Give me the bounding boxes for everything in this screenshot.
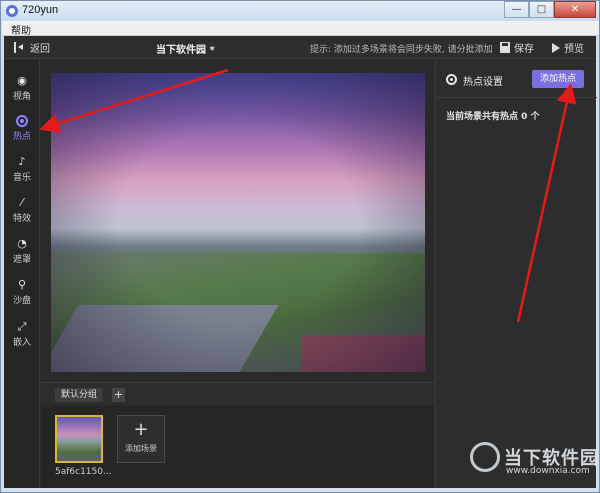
nav-label: 音乐 [12, 173, 31, 183]
hotspot-icon [16, 115, 28, 127]
group-tab-default[interactable]: 默认分组 [55, 388, 104, 402]
pano-vignette [51, 73, 425, 372]
add-group-button[interactable]: + [112, 388, 125, 402]
preview-button[interactable]: 预览 [552, 40, 584, 55]
save-icon [500, 42, 510, 53]
nav-item-music[interactable]: ♪ 音乐 [4, 153, 40, 189]
hotspot-count: 当前场景共有热点 0 个 [446, 112, 540, 122]
music-icon: ♪ [18, 155, 26, 168]
watermark: 当下软件园 www.downxia.com [470, 440, 600, 490]
menu-help[interactable]: 帮助 [11, 22, 31, 37]
left-nav: ◉ 视角 热点 ♪ 音乐 ⁄ 特效 ◔ 遮罩 ⚲ 沙盘 ⤢ 嵌入 [4, 60, 40, 488]
nav-item-embed[interactable]: ⤢ 嵌入 [4, 318, 40, 354]
preview-label: 预览 [564, 44, 584, 55]
panorama-stage [41, 60, 434, 382]
add-scene-label: 添加场景 [125, 444, 157, 453]
nav-item-mask[interactable]: ◔ 遮罩 [4, 235, 40, 271]
back-button[interactable]: 返回 [14, 40, 50, 55]
scene-strip: 5af6c1150... + 添加场景 [41, 405, 434, 488]
map-pin-icon: ⚲ [17, 278, 27, 291]
window-controls: — □ ✕ [504, 1, 596, 18]
watermark-logo-icon [470, 442, 500, 472]
save-label: 保存 [514, 44, 534, 55]
project-title: 当下软件园 * [156, 45, 215, 56]
close-button[interactable]: ✕ [554, 1, 596, 18]
scene-thumbnail[interactable] [55, 415, 103, 463]
save-button[interactable]: 保存 [500, 40, 534, 55]
play-icon [552, 42, 560, 53]
nav-item-hotspot[interactable]: 热点 [4, 112, 40, 148]
nav-item-sandbox[interactable]: ⚲ 沙盘 [4, 276, 40, 312]
panel-title: 热点设置 [463, 77, 503, 88]
add-hotspot-button[interactable]: 添加热点 [532, 70, 584, 88]
menu-bar: 帮助 [2, 21, 599, 37]
scene-name: 5af6c1150... [55, 467, 112, 477]
nav-label: 沙盘 [12, 296, 31, 306]
nav-item-view[interactable]: ◉ 视角 [4, 72, 40, 108]
title-bar: 720yun — □ ✕ [1, 1, 599, 21]
add-scene-button[interactable]: + 添加场景 [117, 415, 165, 463]
nav-label: 嵌入 [12, 338, 31, 348]
scene-group-bar: 默认分组 + [41, 382, 434, 404]
maximize-button[interactable]: □ [529, 1, 554, 18]
panel-header: 热点设置 添加热点 [436, 60, 597, 98]
nav-item-effects[interactable]: ⁄ 特效 [4, 194, 40, 230]
plus-icon: + [133, 419, 149, 440]
back-arrow-icon [14, 42, 25, 53]
editor-toolbar: 返回 当下软件园 * 提示: 添加过多场景将会同步失败, 请分批添加 保存 预览 [4, 36, 596, 59]
nav-label: 特效 [12, 214, 31, 224]
back-label: 返回 [30, 44, 50, 55]
magic-wand-icon: ⁄ [21, 196, 23, 209]
app-logo-icon [6, 5, 18, 17]
embed-icon: ⤢ [17, 320, 27, 333]
editor: 返回 当下软件园 * 提示: 添加过多场景将会同步失败, 请分批添加 保存 预览… [4, 36, 597, 488]
mask-icon: ◔ [17, 237, 27, 250]
sync-tip: 提示: 添加过多场景将会同步失败, 请分批添加 [310, 45, 493, 55]
minimize-button[interactable]: — [504, 1, 529, 18]
eye-icon: ◉ [17, 74, 27, 87]
nav-label: 遮罩 [12, 255, 31, 265]
window-title: 720yun [22, 4, 59, 16]
target-icon [446, 74, 457, 85]
nav-label: 热点 [12, 132, 31, 142]
nav-label: 视角 [12, 92, 31, 102]
panorama-viewer[interactable] [51, 73, 425, 372]
watermark-url: www.downxia.com [506, 466, 590, 476]
hotspot-panel: 热点设置 添加热点 当前场景共有热点 0 个 [435, 60, 597, 488]
